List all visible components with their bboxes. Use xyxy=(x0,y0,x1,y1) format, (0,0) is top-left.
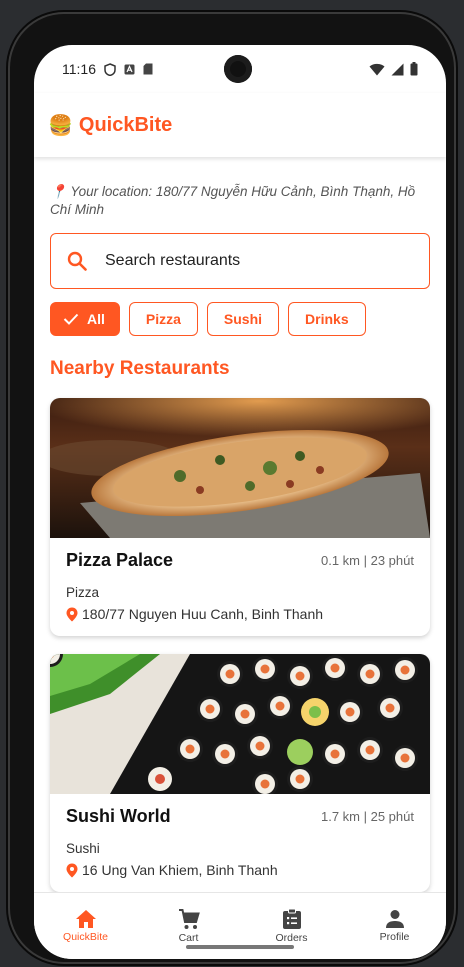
sushi-photo xyxy=(50,654,430,794)
sim-card-icon xyxy=(143,63,153,75)
app-title: QuickBite xyxy=(78,113,173,136)
chip-label: Drinks xyxy=(305,311,349,327)
battery-icon xyxy=(410,62,418,76)
nav-label: Cart xyxy=(178,931,199,944)
filter-chip-all[interactable]: All xyxy=(50,302,120,336)
nav-label: Orders xyxy=(275,932,308,944)
profile-icon xyxy=(385,910,404,928)
restaurant-card-sushi-world[interactable]: Sushi World 1.7 km | 25 phút Sushi 16 Un… xyxy=(50,654,430,892)
nav-item-home[interactable]: QuickBite xyxy=(36,909,136,943)
restaurant-name: Sushi World xyxy=(66,806,171,826)
filter-chips: All Pizza Sushi Drinks xyxy=(50,302,430,336)
home-indicator[interactable] xyxy=(186,945,294,949)
search-input[interactable] xyxy=(103,251,367,271)
filter-chip-sushi[interactable]: Sushi xyxy=(206,302,280,336)
location-label: Your location: 180/77 Nguyễn Hữu Cảnh, B… xyxy=(50,184,416,217)
pizza-photo xyxy=(50,398,430,538)
restaurant-distance-time: 1.7 km | 25 phút xyxy=(321,809,414,824)
nav-item-orders[interactable]: Orders xyxy=(242,908,342,944)
restaurant-category: Sushi xyxy=(66,841,100,856)
chip-label: All xyxy=(87,311,105,327)
location-pin-icon xyxy=(66,607,78,621)
restaurant-name: Pizza Palace xyxy=(66,550,174,570)
nav-item-profile[interactable]: Profile xyxy=(345,909,445,943)
nav-item-cart[interactable]: Cart xyxy=(139,908,239,944)
section-title: Nearby Restaurants xyxy=(50,358,230,379)
chip-label: Pizza xyxy=(145,311,181,327)
phone-frame: 11:16 🍔 QuickBite 📍 Your location: 180/7… xyxy=(8,12,456,964)
pin-icon: 📍 xyxy=(50,184,67,199)
restaurant-address: 16 Ung Van Khiem, Binh Thanh xyxy=(82,862,278,878)
chip-label: Sushi xyxy=(223,311,263,327)
restaurant-category: Pizza xyxy=(66,585,100,600)
app-screen: 11:16 🍔 QuickBite 📍 Your location: 180/7… xyxy=(34,45,446,959)
filter-chip-pizza[interactable]: Pizza xyxy=(128,302,198,336)
search-bar[interactable] xyxy=(50,233,430,289)
wifi-icon xyxy=(369,63,385,75)
signal-icon xyxy=(391,63,404,75)
burger-logo-icon: 🍔 xyxy=(48,114,73,137)
orders-icon xyxy=(282,908,301,929)
restaurant-distance-time: 0.1 km | 23 phút xyxy=(321,553,414,568)
cart-icon xyxy=(178,908,200,929)
status-time: 11:16 xyxy=(62,61,96,77)
main-content[interactable]: 📍 Your location: 180/77 Nguyễn Hữu Cảnh,… xyxy=(34,157,446,893)
shield-icon xyxy=(104,62,116,76)
location-text: 📍 Your location: 180/77 Nguyễn Hữu Cảnh,… xyxy=(50,183,430,219)
nav-label: QuickBite xyxy=(63,931,108,943)
home-icon xyxy=(75,910,96,928)
app-bar: 🍔 QuickBite xyxy=(34,93,446,157)
restaurant-address: 180/77 Nguyen Huu Canh, Binh Thanh xyxy=(82,606,324,622)
filter-chip-drinks[interactable]: Drinks xyxy=(288,302,366,336)
nav-label: Profile xyxy=(379,931,410,943)
location-pin-icon xyxy=(66,863,78,877)
restaurant-card-pizza-palace[interactable]: Pizza Palace 0.1 km | 23 phút Pizza 180/… xyxy=(50,398,430,636)
front-camera xyxy=(224,55,252,83)
check-icon xyxy=(63,313,79,325)
app-notification-icon xyxy=(124,64,135,74)
search-icon xyxy=(67,251,87,271)
